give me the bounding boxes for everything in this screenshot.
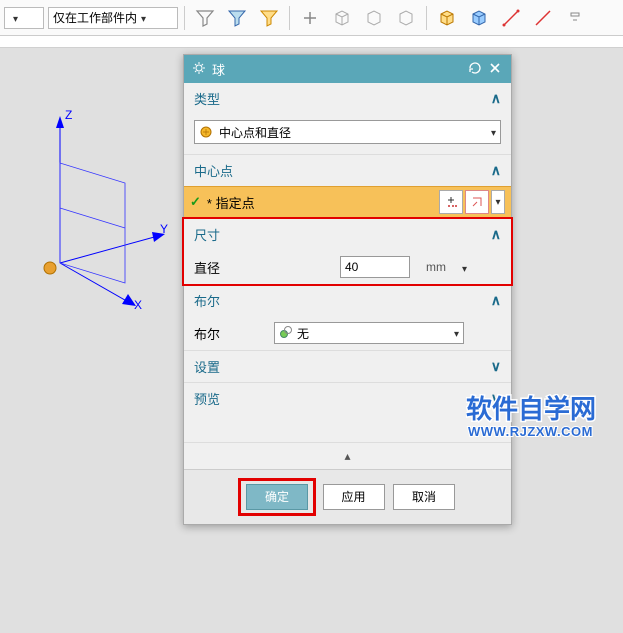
watermark-line1: 软件自学网 bbox=[466, 394, 596, 424]
type-combo-text: 中心点和直径 bbox=[219, 124, 291, 141]
apply-button[interactable]: 应用 bbox=[323, 484, 385, 510]
dimension-highlight-box: 尺寸 ∧ 直径 mm bbox=[182, 217, 513, 286]
line-icon-2[interactable] bbox=[529, 4, 557, 32]
section-center: 中心点 ∧ ✓ * 指定点 bbox=[184, 155, 511, 219]
ok-highlight-box: 确定 bbox=[238, 478, 316, 516]
filter-icon-1[interactable] bbox=[191, 4, 219, 32]
chevron-down-icon bbox=[454, 326, 459, 340]
axis-z-label: Z bbox=[65, 108, 72, 122]
section-boolean: 布尔 ∧ 布尔 无 bbox=[184, 285, 511, 351]
chevron-down-icon bbox=[491, 125, 496, 139]
toolbar-dropdown-1[interactable] bbox=[4, 7, 44, 29]
check-icon: ✓ bbox=[190, 194, 201, 210]
section-center-header[interactable]: 中心点 ∧ bbox=[184, 155, 511, 186]
watermark: 软件自学网 WWW.RJZXW.COM bbox=[466, 394, 621, 445]
filter-label: 仅在工作部件内 bbox=[53, 9, 137, 26]
cube-icon-3[interactable] bbox=[392, 4, 420, 32]
section-boolean-title: 布尔 bbox=[194, 291, 220, 310]
cancel-button[interactable]: 取消 bbox=[393, 484, 455, 510]
specify-point-label: * 指定点 bbox=[207, 193, 255, 212]
section-center-title: 中心点 bbox=[194, 161, 233, 180]
main-viewport: Z Y X 球 类型 ∧ bbox=[0, 48, 623, 633]
axis-x-label: X bbox=[134, 298, 142, 312]
cube-icon-1[interactable] bbox=[328, 4, 356, 32]
chevron-up-icon: ∧ bbox=[491, 90, 501, 107]
unit-dropdown[interactable] bbox=[462, 260, 467, 275]
ok-button[interactable]: 确定 bbox=[246, 484, 308, 510]
point-dialog-button[interactable] bbox=[439, 190, 463, 214]
section-type-title: 类型 bbox=[194, 89, 220, 108]
chevron-up-icon: ∧ bbox=[491, 162, 501, 179]
boolean-combo-text: 无 bbox=[297, 325, 309, 342]
section-preview: 预览 ∨ bbox=[184, 383, 511, 443]
toolbar-separator-2 bbox=[289, 6, 290, 30]
boolean-label: 布尔 bbox=[194, 324, 274, 343]
section-type: 类型 ∧ 中心点和直径 bbox=[184, 83, 511, 155]
diameter-label: 直径 bbox=[194, 258, 334, 277]
axis-y-label: Y bbox=[160, 222, 168, 236]
dialog-title-text: 球 bbox=[212, 60, 225, 79]
gear-icon bbox=[192, 61, 206, 78]
section-dimension-header[interactable]: 尺寸 ∧ bbox=[184, 219, 511, 250]
second-toolbar bbox=[0, 36, 623, 48]
dropdown-icon[interactable] bbox=[561, 4, 589, 32]
toolbar-filter-dropdown[interactable]: 仅在工作部件内 bbox=[48, 7, 178, 29]
add-icon[interactable] bbox=[296, 4, 324, 32]
axes-widget: Z Y X bbox=[30, 108, 170, 308]
type-combo[interactable]: 中心点和直径 bbox=[194, 120, 501, 144]
section-dimension-title: 尺寸 bbox=[194, 225, 220, 244]
filter-icon-2[interactable] bbox=[223, 4, 251, 32]
boolean-combo[interactable]: 无 bbox=[274, 322, 464, 344]
reset-icon[interactable] bbox=[467, 60, 483, 79]
section-settings: 设置 ∨ bbox=[184, 351, 511, 383]
toolbar-separator-3 bbox=[426, 6, 427, 30]
diameter-input[interactable] bbox=[340, 256, 410, 278]
dialog-titlebar[interactable]: 球 bbox=[184, 55, 511, 83]
diameter-unit: mm bbox=[416, 260, 456, 274]
none-icon bbox=[279, 325, 293, 342]
section-settings-title: 设置 bbox=[194, 357, 220, 376]
specify-point-row[interactable]: ✓ * 指定点 bbox=[184, 186, 511, 218]
collapse-handle[interactable]: ▴ bbox=[184, 443, 511, 469]
point-mode-dropdown[interactable] bbox=[491, 190, 505, 214]
sphere-type-icon bbox=[199, 125, 213, 139]
solid-cube-icon-2[interactable] bbox=[465, 4, 493, 32]
section-preview-header[interactable]: 预览 ∨ bbox=[184, 383, 511, 414]
close-icon[interactable] bbox=[487, 60, 503, 79]
chevron-up-icon: ∧ bbox=[491, 292, 501, 309]
sphere-dialog: 球 类型 ∧ bbox=[183, 54, 512, 525]
section-preview-title: 预览 bbox=[194, 389, 220, 408]
cube-icon-2[interactable] bbox=[360, 4, 388, 32]
inferred-point-button[interactable] bbox=[465, 190, 489, 214]
chevron-up-icon: ∧ bbox=[491, 226, 501, 243]
dialog-buttons: 确定 应用 取消 bbox=[184, 469, 511, 524]
solid-cube-icon-1[interactable] bbox=[433, 4, 461, 32]
watermark-line2: WWW.RJZXW.COM bbox=[468, 424, 593, 439]
section-type-header[interactable]: 类型 ∧ bbox=[184, 83, 511, 114]
top-toolbar: 仅在工作部件内 bbox=[0, 0, 623, 36]
section-dimension: 尺寸 ∧ 直径 mm bbox=[184, 217, 511, 285]
toolbar-separator bbox=[184, 6, 185, 30]
chevron-down-icon: ∨ bbox=[491, 358, 501, 375]
line-icon-1[interactable] bbox=[497, 4, 525, 32]
section-boolean-header[interactable]: 布尔 ∧ bbox=[184, 285, 511, 316]
filter-icon-3[interactable] bbox=[255, 4, 283, 32]
section-settings-header[interactable]: 设置 ∨ bbox=[184, 351, 511, 382]
